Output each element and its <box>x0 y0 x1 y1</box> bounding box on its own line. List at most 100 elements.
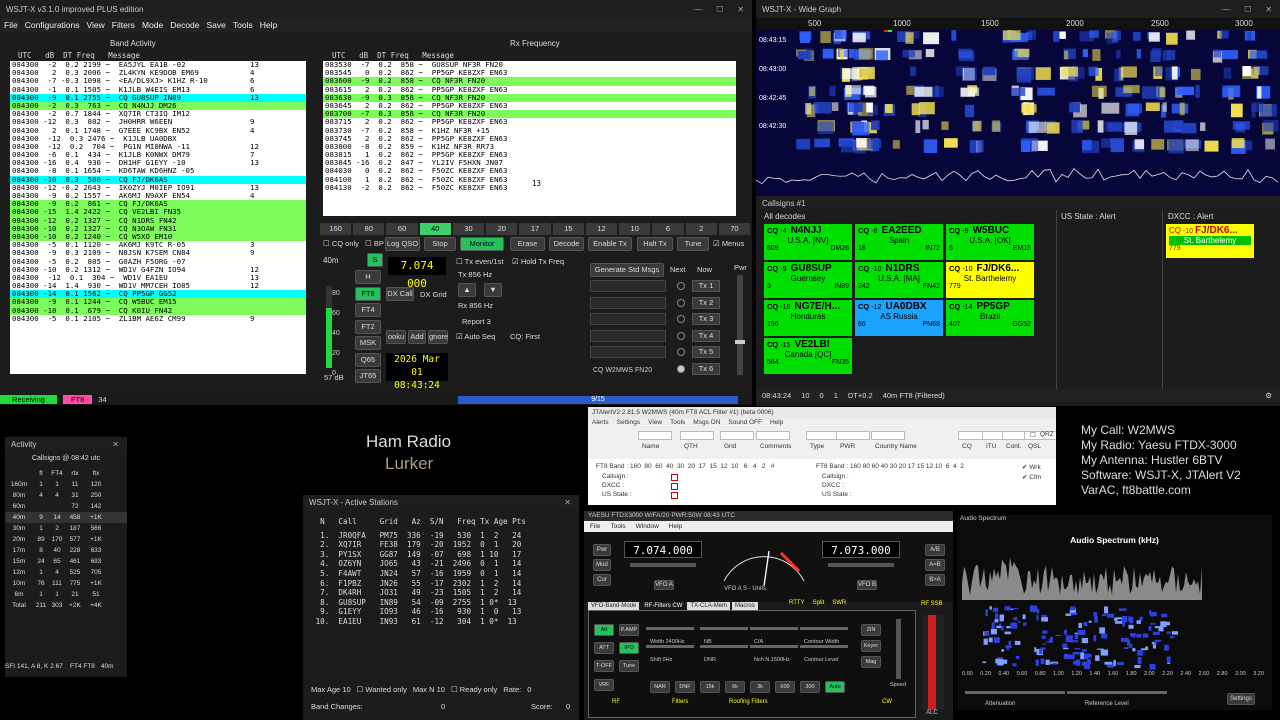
max-age-spin[interactable]: Max Age 10 <box>311 685 351 694</box>
tx-message-field-5[interactable] <box>590 346 666 358</box>
roofing-filter-button[interactable]: NAR <box>650 681 670 693</box>
jtalert-field[interactable] <box>836 431 870 440</box>
mode-button-msk[interactable]: MSK <box>355 336 381 350</box>
jtalert-menu-item[interactable]: View <box>648 419 662 429</box>
callsign-box[interactable]: CQ -9 W5BUC U.S.A. [OK] 6 EM15 <box>946 224 1034 260</box>
callsign-box[interactable]: CQ -12 UA0DBX AS Russia 66 PN68 <box>855 300 943 336</box>
cq-only-checkbox[interactable]: ☐ CQ only <box>323 239 359 248</box>
radio-left-button[interactable]: Cur <box>593 574 611 586</box>
menu-tools[interactable]: Tools <box>233 20 253 30</box>
tx-up-button[interactable]: ▲ <box>458 283 476 297</box>
tx-message-field-2[interactable] <box>590 296 666 309</box>
max-n-spin[interactable]: Max N 10 <box>413 685 445 694</box>
band-button-2[interactable]: 2 <box>685 223 717 235</box>
roofing-filter-button[interactable]: 6k <box>725 681 745 693</box>
band-button-60[interactable]: 60 <box>386 223 418 235</box>
rf-button[interactable]: VRF <box>594 679 614 691</box>
filter-slider[interactable] <box>800 627 848 630</box>
rf-button[interactable]: P.AMP <box>619 624 639 636</box>
rf-button[interactable]: ATT <box>594 642 614 654</box>
ready-only-checkbox[interactable]: ☐ Ready only <box>451 685 497 694</box>
jtalert-menu-item[interactable]: Msgs ON <box>693 419 720 429</box>
band-button-70[interactable]: 70 <box>718 223 751 235</box>
cw-button[interactable]: ZIN <box>861 624 881 636</box>
cfm-checkbox[interactable]: ✔ Cfm <box>1022 473 1041 481</box>
auto-seq-checkbox[interactable]: ☑ Auto Seq <box>456 332 495 341</box>
qrz-checkbox[interactable]: ☐ <box>1030 431 1036 439</box>
activity-row[interactable]: 30m 1 2 187 566 <box>5 523 127 534</box>
stop-button[interactable]: Stop <box>424 237 456 251</box>
active-station-row[interactable]: 5. F4AWT JN24 57 -16 1959 0 1 14 <box>311 569 579 579</box>
radio-left-button[interactable]: Mod <box>593 559 611 571</box>
rx-decode-row[interactable]: 084130 -2 0.2 862 ~ F50ZC KE8ZXF EN63 <box>323 183 736 192</box>
filter-slider[interactable] <box>646 645 694 648</box>
menu-filters[interactable]: Filters <box>112 20 135 30</box>
band-button-17[interactable]: 17 <box>519 223 551 235</box>
jtalert-menu-item[interactable]: Settings <box>617 419 641 429</box>
band-button-6[interactable]: 6 <box>652 223 684 235</box>
radio-tab[interactable]: RF-Filters CW <box>641 602 686 610</box>
monitor-button[interactable]: Monitor <box>460 237 504 251</box>
tx4-button[interactable]: Tx 4 <box>692 329 720 342</box>
maximize-icon[interactable]: ☐ <box>1244 5 1251 14</box>
rf-button[interactable]: Att <box>594 624 614 636</box>
rx-freq-spin[interactable]: Rx 856 Hz <box>458 301 493 310</box>
tx-message-field-6[interactable]: CQ W2MWS FN20 <box>590 366 666 378</box>
speed-slider[interactable] <box>896 619 901 679</box>
waterfall-display[interactable]: 08:43:15 08:43:00 08:42:45 08:42:30 <box>756 30 1280 196</box>
activity-row[interactable]: 160m 1 1 11 120 <box>5 479 127 490</box>
jtalert-field[interactable] <box>871 431 905 440</box>
active-station-row[interactable]: 1. JR0QFA PM75 336 -19 530 1 2 24 <box>311 531 579 541</box>
minimize-icon[interactable]: — <box>694 5 702 14</box>
minimize-icon[interactable]: — <box>1222 5 1230 14</box>
radio-menu-item[interactable]: File <box>590 521 600 532</box>
decode-row[interactable]: 084300 -5 0.1 2105 ~ ZL1BM AE6Z CM99 9 <box>10 314 306 323</box>
attenuation-slider[interactable] <box>965 691 1065 694</box>
jtalert-field[interactable] <box>806 431 840 440</box>
mode-button-ft8[interactable]: FT8 <box>355 286 381 301</box>
wanted-only-checkbox[interactable]: ☐ Wanted only <box>357 685 407 694</box>
filter-slider[interactable] <box>700 645 748 648</box>
callsign-box[interactable]: CQ -10 N1DRS U.S.A. [MA] 242 FN42 <box>855 262 943 298</box>
activity-row[interactable]: 20m 89 170 577 +1K <box>5 534 127 545</box>
roofing-filter-button[interactable]: 600 <box>775 681 795 693</box>
filter-slider[interactable] <box>750 627 798 630</box>
spectrum-settings-button[interactable]: Settings <box>1227 693 1255 705</box>
close-icon[interactable]: ✕ <box>1265 5 1272 14</box>
vfo-b-slider[interactable] <box>828 563 894 567</box>
roofing-filter-button[interactable]: Auto <box>825 681 845 693</box>
callsign-box[interactable]: CQ -8 EA2EED Spain 18 IN72 <box>855 224 943 260</box>
radio-menu-item[interactable]: Tools <box>610 521 625 532</box>
tx-message-field-4[interactable] <box>590 329 666 342</box>
hold-tx-checkbox[interactable]: ☑ Hold Tx Freq <box>512 257 564 266</box>
active-station-row[interactable]: 6. F1PBZ JN26 55 -17 2302 1 2 14 <box>311 579 579 589</box>
radio-left-button[interactable]: Pwr <box>593 544 611 556</box>
decode-button[interactable]: Decode <box>549 237 584 251</box>
radio-right-button[interactable]: A=B <box>925 559 945 571</box>
band-button-160[interactable]: 160 <box>320 223 352 235</box>
roofing-filter-button[interactable]: 3k <box>750 681 770 693</box>
lookup-button[interactable]: ooku <box>386 330 406 344</box>
tune-button[interactable]: Tune <box>677 237 709 251</box>
close-icon[interactable]: ✕ <box>737 5 744 14</box>
menu-save[interactable]: Save <box>207 20 226 30</box>
active-station-row[interactable]: 2. XQ7IR FE38 179 -20 1952 0 1 20 <box>311 540 579 550</box>
enable-tx-button[interactable]: Enable Tx <box>588 237 632 251</box>
jtalert-menu-item[interactable]: Help <box>770 419 783 429</box>
menu-mode[interactable]: Mode <box>142 20 163 30</box>
ignore-button[interactable]: gnore <box>428 330 448 344</box>
band-button-10[interactable]: 10 <box>619 223 651 235</box>
menu-file[interactable]: File <box>4 20 18 30</box>
callsign-box[interactable]: CQ -10 FJ/DK6... St. Barthelemy 779 <box>946 262 1034 298</box>
tx-freq-spin[interactable]: Tx 856 Hz <box>458 270 492 279</box>
cq-first-combo[interactable]: CQ: First <box>510 332 540 341</box>
jtalert-menu-item[interactable]: Alerts <box>592 419 609 429</box>
callsign-box[interactable]: CQ -10 NG7E/H... Honduras 196 <box>764 300 852 336</box>
filter-slider[interactable] <box>646 627 694 630</box>
next-radio-4[interactable] <box>677 331 685 340</box>
reference-level-slider[interactable] <box>1067 691 1167 694</box>
tx-message-field-1[interactable] <box>590 280 666 292</box>
menu-decode[interactable]: Decode <box>170 20 199 30</box>
pwr-slider[interactable] <box>735 275 745 375</box>
callsign-box[interactable]: CQ -4 N4NJJ U.S.A. [NV] 609 DM26 <box>764 224 852 260</box>
